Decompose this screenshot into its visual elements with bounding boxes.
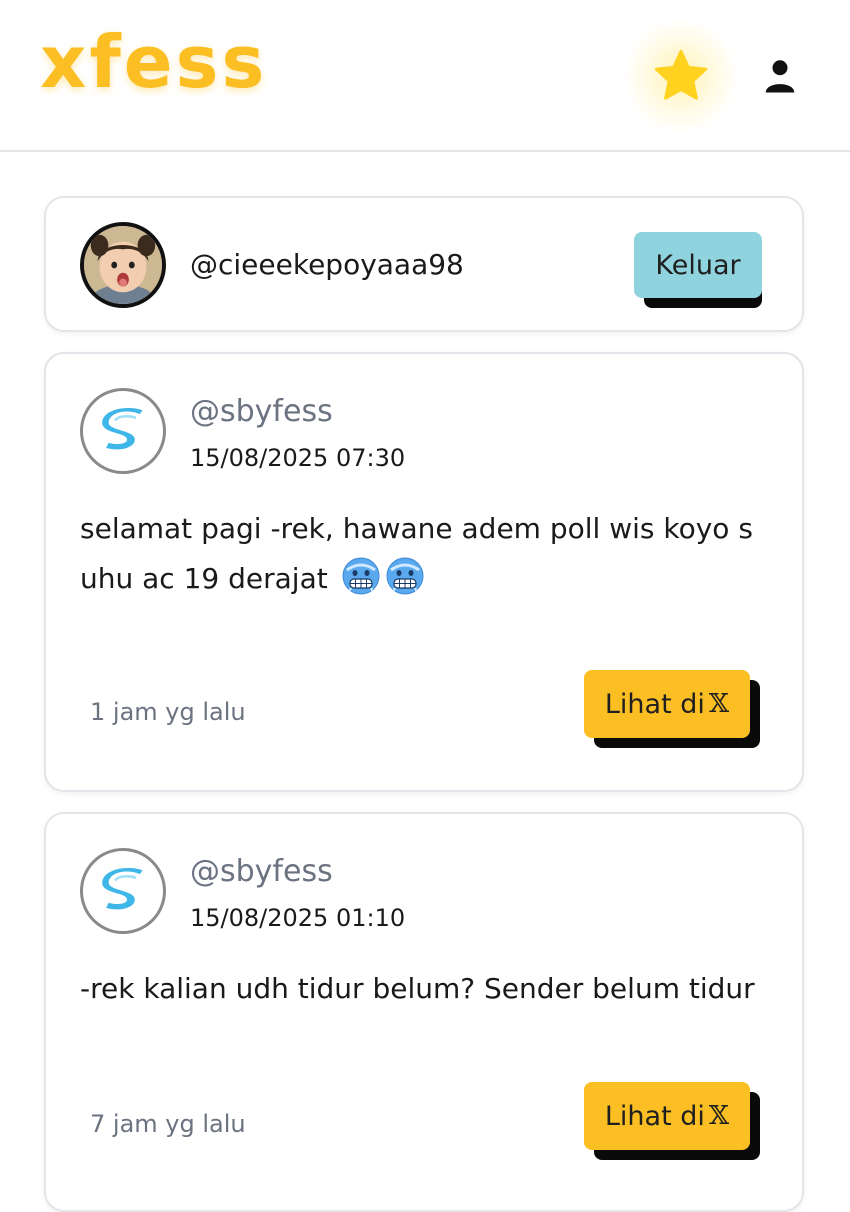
logout-button[interactable]: Keluar (634, 232, 762, 298)
app-logo[interactable]: xfess (40, 26, 267, 98)
view-on-x-button-wrapper: Lihat di 𝕏 (584, 670, 764, 748)
post-body: -rek kalian udh tidur belum? Sender belu… (80, 964, 770, 1014)
logout-button-wrapper: Keluar (634, 232, 772, 308)
app-header: xfess (0, 0, 850, 152)
profile-card: @cieeekepoyaaa98 Keluar (44, 196, 804, 332)
view-on-x-button[interactable]: Lihat di 𝕏 (584, 670, 750, 738)
post-card: @sbyfess 15/08/2025 07:30 selamat pagi -… (44, 352, 804, 792)
source-avatar[interactable] (80, 388, 166, 474)
view-on-x-button-wrapper: Lihat di 𝕏 (584, 1082, 764, 1160)
x-logo-icon: 𝕏 (708, 1101, 730, 1131)
user-avatar (80, 222, 166, 308)
sbyfess-logo (102, 867, 143, 910)
post-text: -rek kalian udh tidur belum? Sender belu… (80, 972, 755, 1005)
post-date: 15/08/2025 07:30 (190, 444, 406, 472)
post-date: 15/08/2025 01:10 (190, 904, 406, 932)
view-on-x-button[interactable]: Lihat di 𝕏 (584, 1082, 750, 1150)
user-icon (765, 60, 795, 93)
x-logo-icon: 𝕏 (708, 689, 730, 719)
freezing-face-emoji (385, 556, 425, 596)
view-on-x-label: Lihat di (604, 1100, 705, 1132)
star-icon (654, 49, 708, 100)
username: @cieeekepoyaaa98 (190, 248, 464, 281)
source-avatar[interactable] (80, 848, 166, 934)
source-name[interactable]: @sbyfess (190, 394, 333, 429)
time-ago: 1 jam yg lalu (90, 698, 246, 726)
account-button[interactable] (760, 56, 800, 96)
freezing-face-emoji (341, 556, 381, 596)
view-on-x-label: Lihat di (604, 688, 705, 720)
favorites-button[interactable] (620, 20, 742, 132)
sbyfess-logo (102, 407, 143, 450)
post-body: selamat pagi -rek, hawane adem poll wis … (80, 504, 770, 604)
time-ago: 7 jam yg lalu (90, 1110, 246, 1138)
source-name[interactable]: @sbyfess (190, 854, 333, 889)
post-card: @sbyfess 15/08/2025 01:10 -rek kalian ud… (44, 812, 804, 1212)
